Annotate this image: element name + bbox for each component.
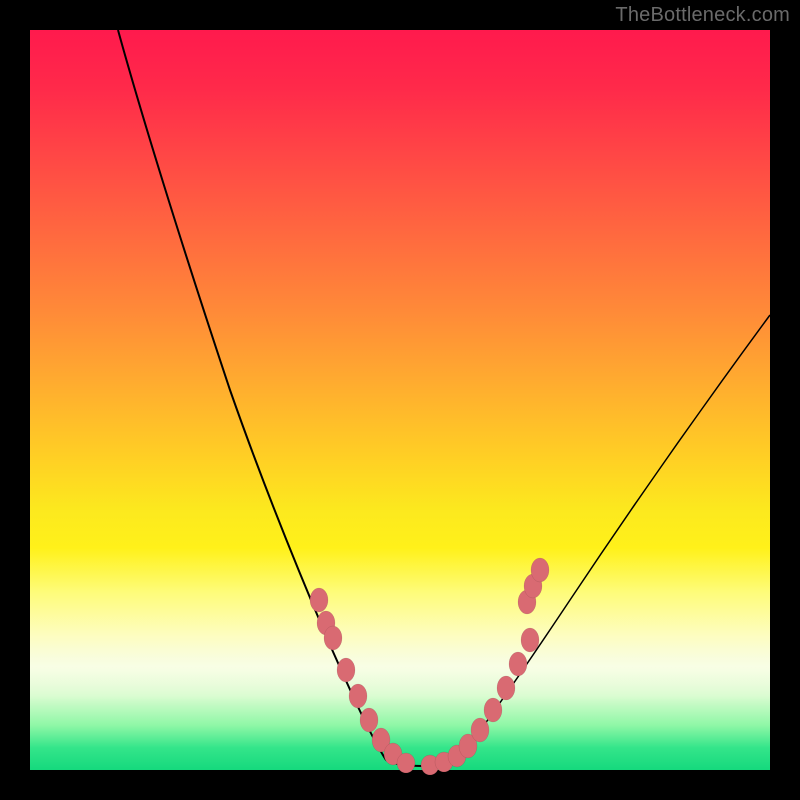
chart-frame: TheBottleneck.com <box>0 0 800 800</box>
data-marker <box>337 658 355 682</box>
watermark-text: TheBottleneck.com <box>615 4 790 27</box>
data-marker <box>521 628 539 652</box>
data-marker <box>360 708 378 732</box>
data-marker <box>497 676 515 700</box>
data-marker <box>324 626 342 650</box>
data-marker <box>484 698 502 722</box>
data-marker <box>531 558 549 582</box>
data-marker <box>509 652 527 676</box>
curve-left <box>118 30 386 760</box>
data-marker <box>349 684 367 708</box>
chart-svg <box>30 30 770 770</box>
data-marker <box>310 588 328 612</box>
data-marker <box>397 753 415 773</box>
data-marker <box>471 718 489 742</box>
